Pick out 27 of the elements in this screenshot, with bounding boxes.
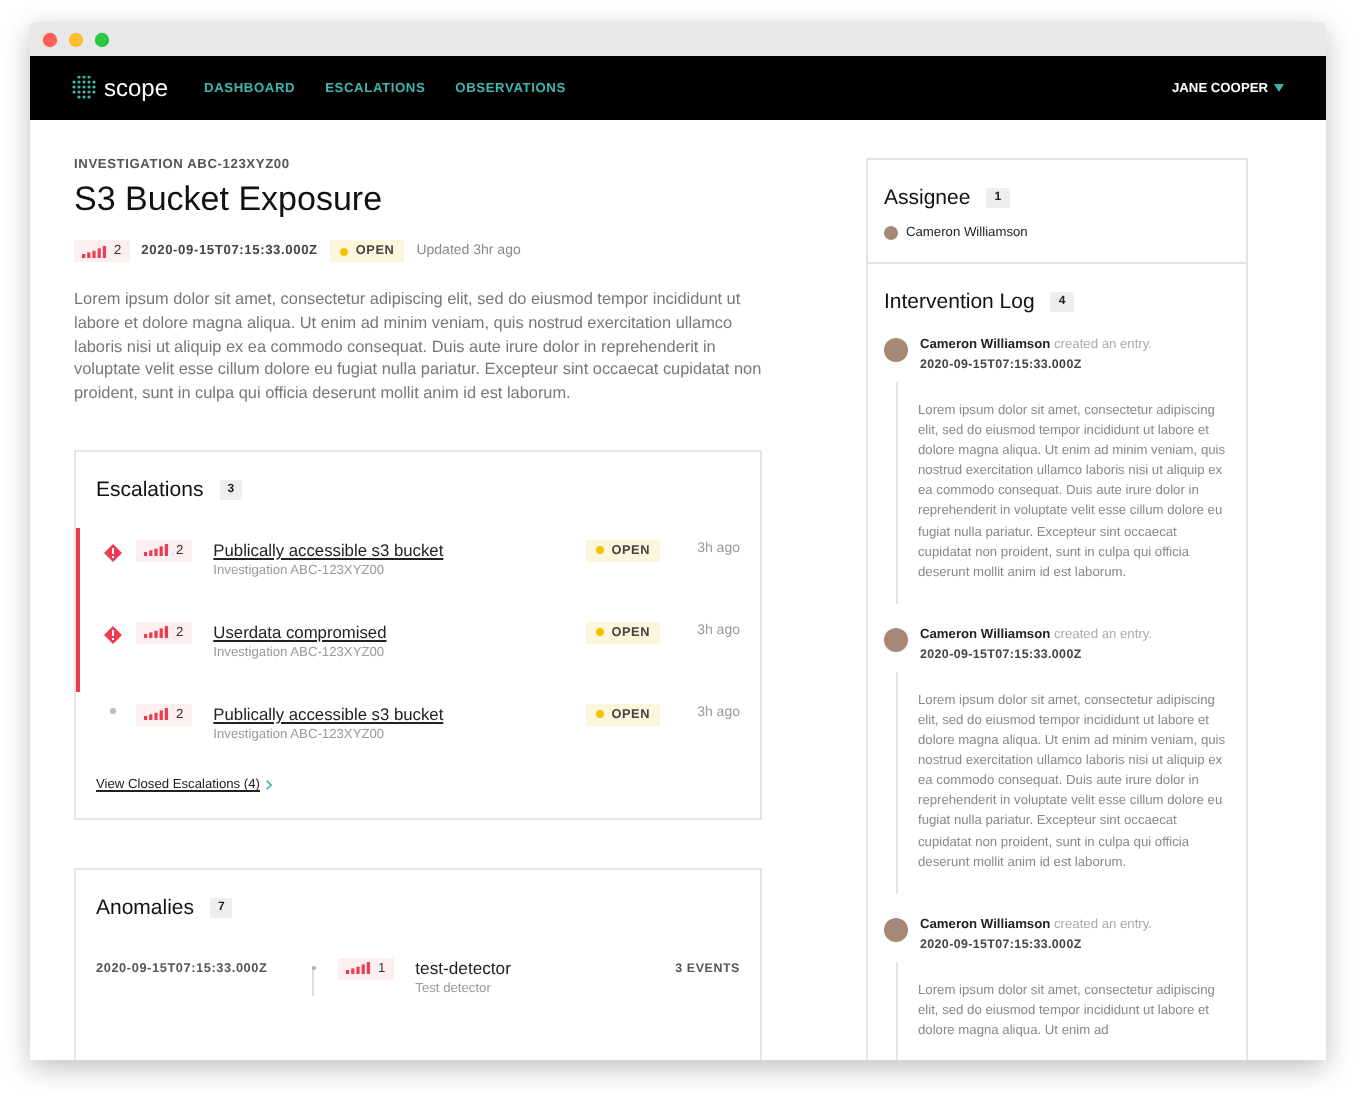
window-controls-icon[interactable]	[42, 31, 110, 47]
signal-bars-icon	[144, 708, 168, 721]
avatar	[884, 338, 908, 362]
dotted-globe-icon	[72, 76, 96, 100]
chevron-right-icon[interactable]	[265, 779, 272, 790]
section-title: Intervention Log	[884, 290, 1035, 314]
escalation-link[interactable]: Userdata compromised	[213, 621, 586, 642]
alert-diamond-icon	[104, 543, 122, 562]
signal-bars-icon	[144, 626, 168, 639]
caret-down-icon[interactable]	[1274, 84, 1284, 92]
investigation-title: S3 Bucket Exposure	[74, 180, 385, 220]
alert-diamond-icon	[104, 625, 122, 644]
section-title: Escalations	[96, 477, 204, 502]
dot-icon	[110, 707, 116, 714]
avatar	[884, 627, 908, 652]
section-title: Assignee	[884, 186, 971, 210]
avatar	[884, 226, 898, 240]
avatar	[884, 917, 908, 942]
escalation-link[interactable]: Publically accessible s3 bucket	[213, 539, 586, 560]
section-title: Anomalies	[96, 895, 195, 920]
logo-text[interactable]: scope	[104, 74, 169, 102]
signal-bars-icon	[82, 245, 106, 257]
signal-bars-icon	[346, 962, 370, 975]
escalation-link[interactable]: Publically accessible s3 bucket	[213, 703, 586, 724]
description: Lorem ipsum dolor sit amet, consectetur adipiscing elit, sed do eiusmod tempor incididunt ut labore et dolore magna aliqua. Ut enim ad minim veniam, quis nostrud exercitation ullamco laboris nisi ut aliquip ex ea commodo consequat. Duis aute irure dolor in reprehenderit in voluptate velit esse cillum dolore eu fugiat nulla pariatur. Excepteur sint occaecat cupidatat non proident, sunt in culpa qui officia deserunt mollit anim id est laborum.	[74, 288, 762, 406]
signal-bars-icon	[144, 544, 168, 557]
detector-name[interactable]: test-detector	[415, 957, 676, 978]
